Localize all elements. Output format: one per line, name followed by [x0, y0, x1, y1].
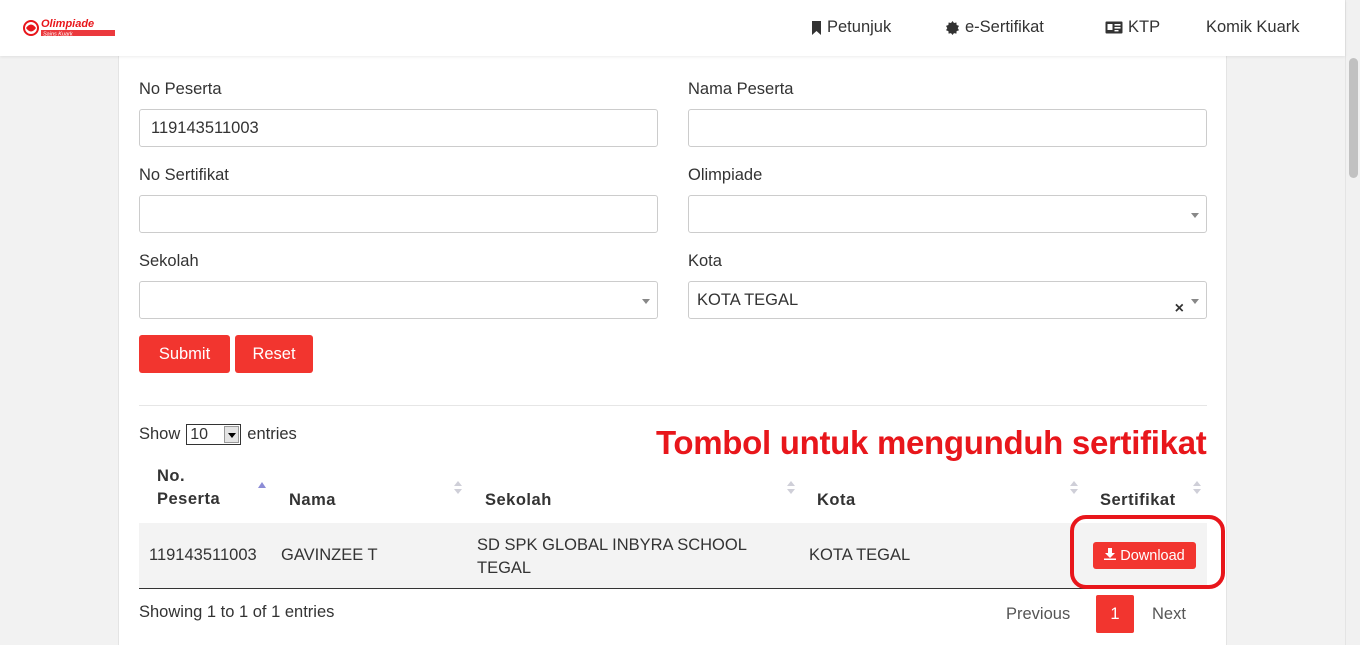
show-label: Show: [139, 425, 181, 443]
nav-komik-kuark-label: Komik Kuark: [1206, 18, 1300, 36]
sort-icon: [787, 481, 795, 495]
page-length-value: 10: [190, 426, 209, 443]
nav-petunjuk[interactable]: Petunjuk: [811, 18, 891, 37]
olimpiade-select[interactable]: [688, 195, 1207, 233]
nav-e-sertifikat[interactable]: e-Sertifikat: [946, 18, 1044, 37]
reset-button[interactable]: Reset: [235, 335, 313, 373]
section-divider: [139, 405, 1207, 406]
no-peserta-input[interactable]: 119143511003: [139, 109, 658, 147]
scrollbar-thumb[interactable]: [1349, 58, 1358, 178]
chevron-down-icon: [642, 299, 650, 304]
cell-kota: KOTA TEGAL: [809, 546, 911, 564]
certificate-icon: [946, 20, 960, 35]
page-length-select[interactable]: 10: [186, 424, 242, 445]
pagination-page-1[interactable]: 1: [1096, 595, 1134, 633]
search-panel: No Peserta 119143511003 Nama Peserta No …: [118, 56, 1227, 645]
cell-no-peserta: 119143511003: [149, 546, 257, 564]
nama-peserta-input[interactable]: [688, 109, 1207, 147]
nav-ktp[interactable]: KTP: [1105, 18, 1160, 37]
cell-sekolah-line2: TEGAL: [477, 559, 532, 577]
nav-petunjuk-label: Petunjuk: [827, 18, 892, 36]
kota-label: Kota: [688, 252, 722, 270]
chevron-down-icon: [1191, 213, 1199, 218]
dropdown-arrow-icon: [224, 426, 240, 443]
th-sertifikat[interactable]: Sertifikat: [1100, 491, 1176, 510]
no-peserta-label: No Peserta: [139, 80, 222, 98]
svg-text:Sains Kuark: Sains Kuark: [43, 31, 73, 37]
table-info: Showing 1 to 1 of 1 entries: [139, 603, 335, 621]
submit-button[interactable]: Submit: [139, 335, 230, 373]
sort-icon: [1193, 481, 1201, 495]
th-sekolah[interactable]: Sekolah: [485, 491, 552, 510]
th-no-peserta-line2: Peserta: [157, 490, 221, 508]
top-navbar: Olimpiade Sains Kuark Petunjuk e-Sertifi…: [0, 0, 1345, 56]
pagination-previous[interactable]: Previous: [1006, 595, 1070, 633]
kota-selected: KOTA TEGAL: [697, 291, 799, 309]
sort-icon: [454, 481, 462, 495]
cell-nama: GAVINZEE T: [281, 546, 378, 564]
sort-asc-icon: [258, 482, 266, 488]
sort-icon: [1070, 481, 1078, 495]
no-sertifikat-label: No Sertifikat: [139, 166, 229, 184]
nav-komik-kuark[interactable]: Komik Kuark: [1206, 18, 1300, 37]
svg-text:Olimpiade: Olimpiade: [41, 18, 94, 30]
nav-ktp-label: KTP: [1128, 18, 1161, 36]
clear-icon[interactable]: ×: [1175, 291, 1184, 327]
annotation-text: Tombol untuk mengunduh sertifikat: [656, 424, 1207, 461]
page-scrollbar[interactable]: [1345, 0, 1360, 645]
no-peserta-value: 119143511003: [151, 119, 259, 137]
th-no-peserta[interactable]: No. Peserta: [157, 467, 220, 509]
bookmark-icon: [811, 20, 822, 35]
nav-e-sertifikat-label: e-Sertifikat: [965, 18, 1044, 36]
entries-label: entries: [247, 425, 297, 443]
th-nama[interactable]: Nama: [289, 491, 336, 510]
cell-sekolah-line1: SD SPK GLOBAL INBYRA SCHOOL: [477, 536, 747, 554]
nama-peserta-label: Nama Peserta: [688, 80, 794, 98]
olimpiade-logo[interactable]: Olimpiade Sains Kuark: [22, 16, 118, 42]
annotation-highlight-box: [1070, 515, 1225, 589]
sekolah-label: Sekolah: [139, 252, 199, 270]
olimpiade-label: Olimpiade: [688, 166, 763, 184]
kota-select[interactable]: KOTA TEGAL ×: [688, 281, 1207, 319]
cell-sekolah: SD SPK GLOBAL INBYRA SCHOOL TEGAL: [477, 534, 747, 580]
sekolah-select[interactable]: [139, 281, 658, 319]
th-kota[interactable]: Kota: [817, 491, 856, 510]
no-sertifikat-input[interactable]: [139, 195, 658, 233]
id-card-icon: [1105, 21, 1123, 34]
chevron-down-icon: [1191, 299, 1199, 304]
pagination-next[interactable]: Next: [1152, 595, 1186, 633]
th-no-peserta-line1: No.: [157, 467, 186, 485]
page-length-control: Show 10 entries: [139, 424, 297, 445]
